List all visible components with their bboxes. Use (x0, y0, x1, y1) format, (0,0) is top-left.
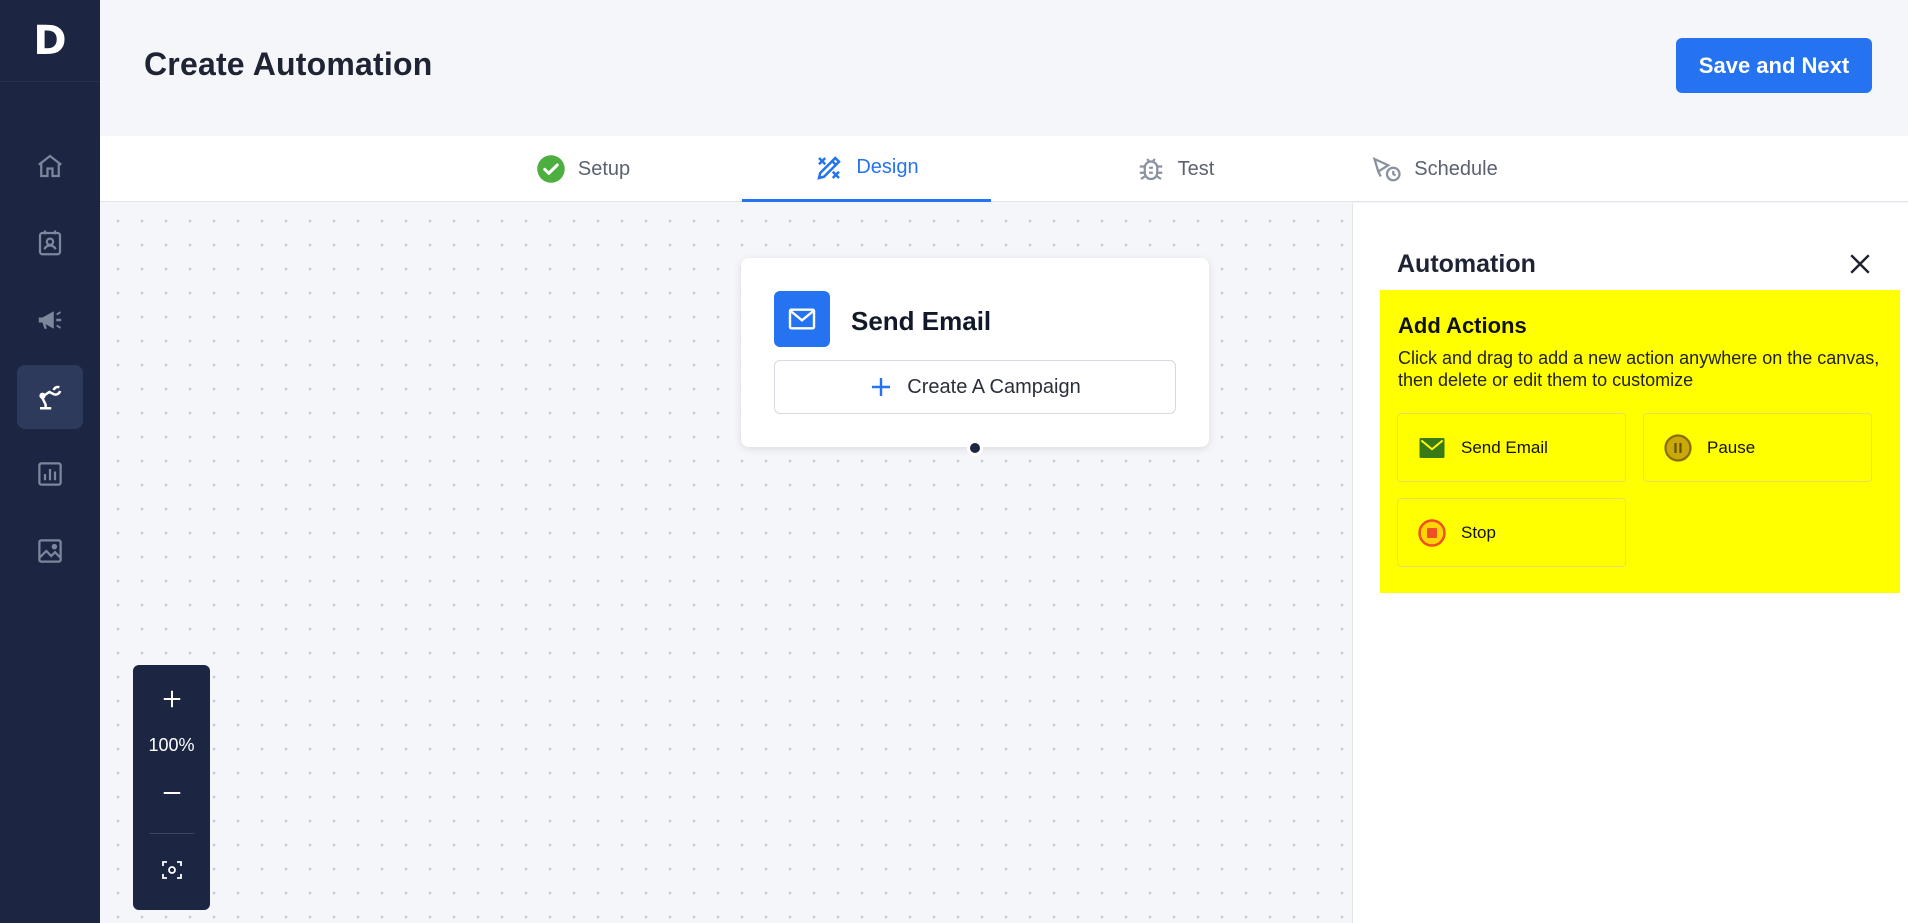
design-tools-icon (817, 155, 842, 180)
fit-view-button[interactable] (133, 850, 210, 890)
sidebar-item-contacts[interactable] (17, 211, 83, 275)
home-icon (38, 154, 62, 178)
fit-view-icon (161, 861, 182, 879)
zoom-controls: 100% (133, 665, 210, 910)
zoom-in-button[interactable] (133, 679, 210, 719)
save-and-next-button[interactable]: Save and Next (1676, 38, 1872, 93)
sidebar-item-automation[interactable] (17, 365, 83, 429)
page-title: Create Automation (144, 46, 433, 82)
sidebar-item-gallery[interactable] (17, 519, 83, 583)
action-send-email[interactable]: Send Email (1397, 413, 1626, 482)
automation-canvas[interactable]: Send Email Create A Campaign 100% (100, 203, 1353, 923)
action-stop-label: Stop (1461, 522, 1496, 542)
tab-test-label: Test (1177, 157, 1215, 180)
action-pause-label: Pause (1707, 437, 1756, 457)
tab-design-label: Design (856, 156, 919, 178)
tab-schedule[interactable]: Schedule (1350, 136, 1520, 202)
megaphone-icon (38, 311, 62, 329)
action-send-email-label: Send Email (1461, 437, 1548, 457)
sidebar-item-campaigns[interactable] (17, 288, 83, 352)
app-logo[interactable]: D (0, 0, 100, 82)
sidebar-item-reports[interactable] (17, 442, 83, 506)
node-title: Send Email (851, 306, 992, 336)
send-email-node[interactable]: Send Email Create A Campaign (741, 258, 1209, 447)
schedule-clock-icon (1373, 156, 1401, 182)
sidebar-nav (0, 82, 100, 583)
tab-setup-label: Setup (577, 157, 631, 180)
node-output-handle[interactable] (967, 440, 983, 456)
node-icon-container (774, 291, 830, 347)
sidebar-item-home[interactable] (17, 134, 83, 198)
pause-circle-icon (1664, 433, 1692, 462)
add-actions-section: Add Actions Click and drag to add a new … (1380, 290, 1900, 593)
tab-test[interactable]: Test (1090, 136, 1260, 202)
zoom-divider (149, 833, 194, 834)
create-campaign-label: Create A Campaign (907, 375, 1081, 398)
tab-setup[interactable]: Setup (498, 136, 668, 202)
action-stop[interactable]: Stop (1397, 498, 1626, 567)
contacts-icon (38, 230, 62, 256)
zoom-out-button[interactable] (133, 773, 210, 813)
plus-icon (872, 378, 891, 396)
add-actions-title: Add Actions (1398, 313, 1527, 338)
check-circle-icon (537, 155, 565, 183)
reports-chart-icon (38, 462, 62, 486)
envelope-icon (788, 308, 816, 330)
zoom-level: 100% (148, 735, 195, 755)
envelope-icon (1419, 437, 1445, 458)
panel-title: Automation (1397, 250, 1536, 278)
plus-icon (163, 690, 180, 708)
page-header: Create Automation Save and Next (100, 0, 1908, 136)
stop-circle-icon (1418, 518, 1446, 547)
image-gallery-icon (38, 539, 62, 563)
sidebar: D (0, 0, 100, 923)
tab-schedule-label: Schedule (1414, 157, 1498, 180)
action-pause[interactable]: Pause (1643, 413, 1872, 482)
step-tabs: Setup Design Test Schedule (100, 136, 1908, 202)
minus-icon (163, 791, 180, 795)
tab-design[interactable]: Design (742, 136, 991, 202)
add-actions-description: Click and drag to add a new action anywh… (1398, 348, 1880, 390)
automation-panel: Automation Add Actions Click and drag to… (1352, 203, 1908, 923)
close-icon[interactable] (1845, 249, 1875, 279)
create-campaign-button[interactable]: Create A Campaign (774, 360, 1176, 414)
automation-robot-arm-icon (39, 385, 62, 410)
bug-icon (1139, 158, 1162, 181)
